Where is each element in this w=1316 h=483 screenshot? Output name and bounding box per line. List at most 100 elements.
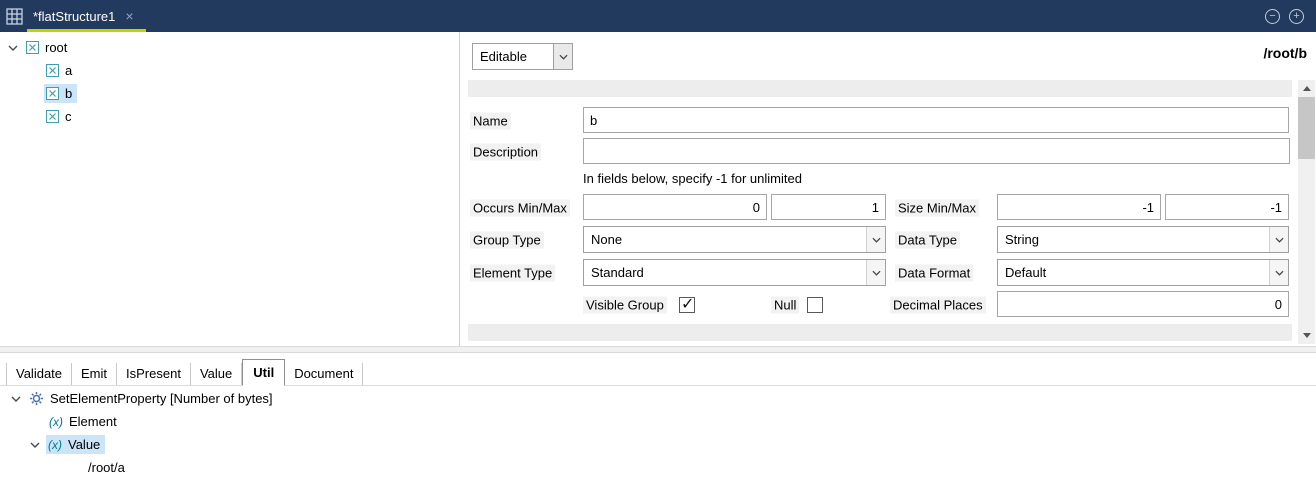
element-icon — [46, 64, 59, 77]
data-format-label: Data Format — [895, 264, 973, 281]
tree-item-value-path[interactable]: /root/a — [0, 456, 1316, 479]
occurs-minmax-label: Occurs Min/Max — [470, 199, 570, 216]
tree-item-label: Value — [68, 437, 100, 452]
group-type-label: Group Type — [470, 231, 544, 248]
name-label: Name — [470, 112, 511, 129]
description-row: Description — [461, 138, 1316, 165]
document-tab-label: *flatStructure1 — [33, 9, 115, 24]
tree-node: SetElementProperty [Number of bytes] — [27, 389, 278, 408]
data-type-select[interactable]: String — [997, 226, 1289, 253]
tree-item-label: c — [65, 109, 72, 124]
tree-node: b — [44, 84, 77, 103]
tree-item-label: SetElementProperty [Number of bytes] — [50, 391, 273, 406]
chevron-down-icon — [866, 227, 885, 252]
tab-emit[interactable]: Emit — [72, 363, 117, 385]
chevron-down-icon — [1269, 260, 1288, 285]
close-icon[interactable]: × — [125, 9, 133, 23]
tree-item-label: /root/a — [88, 460, 125, 475]
chevron-down-icon — [1269, 227, 1288, 252]
tree-node: (x) Element — [47, 412, 122, 431]
visible-group-label: Visible Group — [583, 296, 667, 313]
element-icon — [46, 87, 59, 100]
element-type-select[interactable]: Standard — [583, 259, 886, 286]
fx-icon: (x) — [49, 415, 63, 429]
description-input[interactable] — [583, 138, 1290, 164]
scroll-down-button[interactable] — [1298, 327, 1315, 344]
element-type-format-row: Element Type Standard Data Format Defaul… — [461, 259, 1316, 286]
element-editor-panel: Editable /root/b Name Description In fie… — [461, 32, 1316, 346]
selected-option-label: String — [998, 227, 1269, 252]
tree-node: (x) Value — [46, 435, 105, 454]
vertical-scrollbar[interactable] — [1298, 80, 1315, 344]
group-type-select[interactable]: None — [583, 226, 886, 253]
selected-option-label: Editable — [473, 44, 553, 69]
separator-strip — [468, 80, 1292, 97]
tree-item-label: Element — [69, 414, 117, 429]
chevron-down-icon — [553, 44, 572, 69]
visible-group-checkbox[interactable] — [679, 297, 695, 313]
window-controls: − + — [1265, 9, 1304, 24]
tree-node: a — [44, 61, 77, 80]
app-window: *flatStructure1 × − + root — [0, 0, 1316, 483]
scrollbar-thumb[interactable] — [1298, 97, 1315, 159]
circle-minus-button[interactable]: − — [1265, 9, 1280, 24]
tab-ispresent[interactable]: IsPresent — [117, 363, 191, 385]
element-type-label: Element Type — [470, 264, 555, 281]
null-label: Null — [771, 296, 799, 313]
occurs-max-input[interactable] — [771, 194, 886, 220]
tab-value[interactable]: Value — [191, 363, 242, 385]
tree-node: c — [44, 107, 77, 126]
size-min-input[interactable] — [997, 194, 1161, 220]
element-icon — [26, 41, 39, 54]
tree-node: /root/a — [86, 458, 130, 477]
chevron-down-icon — [866, 260, 885, 285]
selected-option-label: None — [584, 227, 866, 252]
selected-option-label: Default — [998, 260, 1269, 285]
decimal-places-input[interactable] — [997, 291, 1289, 317]
document-tab[interactable]: *flatStructure1 × — [27, 0, 146, 32]
script-tab-strip: Validate Emit IsPresent Value Util Docum… — [0, 358, 1316, 386]
scroll-up-button[interactable] — [1298, 80, 1315, 97]
data-format-select[interactable]: Default — [997, 259, 1289, 286]
flags-row: Visible Group Null Decimal Places — [461, 291, 1316, 318]
size-max-input[interactable] — [1165, 194, 1289, 220]
tree-item-value[interactable]: (x) Value — [0, 433, 1316, 456]
tree-item-label: a — [65, 63, 72, 78]
selected-option-label: Standard — [584, 260, 866, 285]
horizontal-splitter[interactable] — [0, 346, 1316, 353]
separator-strip — [468, 324, 1292, 341]
name-row: Name — [461, 107, 1316, 134]
tab-validate[interactable]: Validate — [6, 363, 72, 385]
null-checkbox[interactable] — [807, 297, 823, 313]
tree-item-b[interactable]: b — [0, 82, 459, 105]
size-minmax-label: Size Min/Max — [895, 199, 979, 216]
element-icon — [46, 110, 59, 123]
chevron-down-icon[interactable] — [10, 396, 22, 402]
tab-util[interactable]: Util — [242, 359, 285, 386]
chevron-down-icon[interactable] — [7, 45, 19, 51]
tree-item-element[interactable]: (x) Element — [0, 410, 1316, 433]
occurs-min-input[interactable] — [583, 194, 767, 220]
name-input[interactable] — [583, 107, 1289, 133]
unlimited-hint-text: In fields below, specify -1 for unlimite… — [583, 171, 802, 186]
tree-item-a[interactable]: a — [0, 59, 459, 82]
util-script-tree: SetElementProperty [Number of bytes] (x)… — [0, 387, 1316, 479]
occurs-size-row: Occurs Min/Max Size Min/Max — [461, 194, 1316, 221]
tree-item-label: root — [45, 40, 67, 55]
element-path: /root/b — [1263, 45, 1307, 61]
chevron-down-icon[interactable] — [29, 442, 41, 448]
fx-icon: (x) — [48, 438, 62, 452]
tree-node: root — [24, 38, 72, 57]
tree-item-c[interactable]: c — [0, 105, 459, 128]
tab-document[interactable]: Document — [285, 363, 363, 385]
circle-plus-button[interactable]: + — [1289, 9, 1304, 24]
decimal-places-label: Decimal Places — [890, 296, 986, 313]
triangle-down-icon — [1303, 333, 1311, 338]
tree-item-setelementproperty[interactable]: SetElementProperty [Number of bytes] — [0, 387, 1316, 410]
editable-mode-select[interactable]: Editable — [472, 43, 573, 70]
hint-row: In fields below, specify -1 for unlimite… — [461, 171, 1316, 189]
group-data-type-row: Group Type None Data Type String — [461, 226, 1316, 253]
tree-item-label: b — [65, 86, 72, 101]
tree-item-root[interactable]: root — [0, 36, 459, 59]
gear-icon — [29, 391, 44, 406]
